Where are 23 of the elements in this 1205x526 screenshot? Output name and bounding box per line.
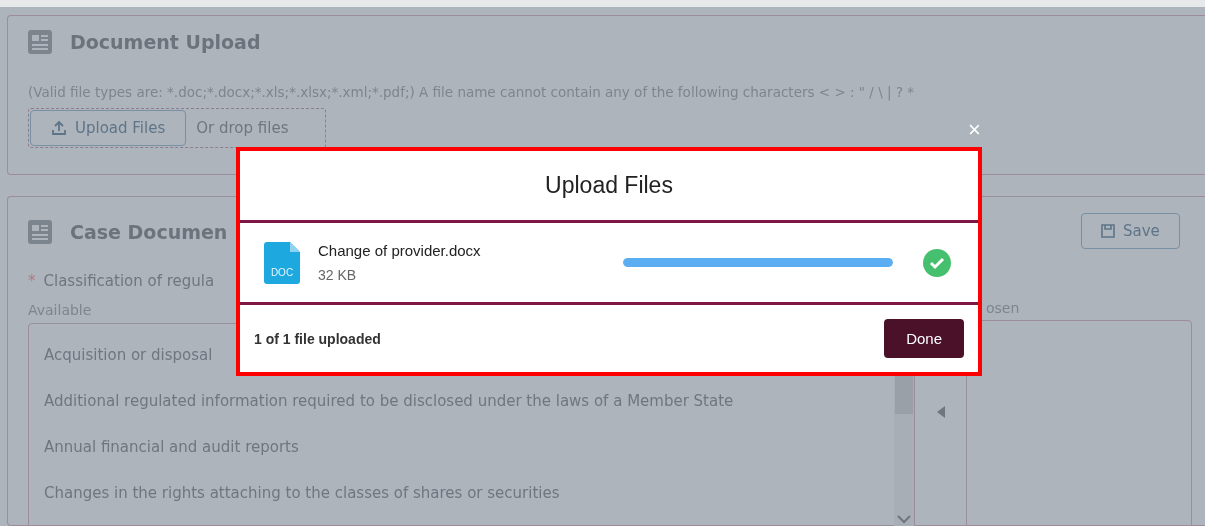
upload-icon (51, 120, 67, 136)
document-icon (28, 220, 52, 244)
required-mark: * (28, 272, 36, 290)
file-size: 32 KB (318, 267, 358, 283)
drop-files-text: Or drop files (196, 119, 289, 137)
section-title: Case Documen (70, 221, 228, 243)
file-name: Change of provider.docx (318, 242, 482, 259)
dialog-title: Upload Files (545, 172, 673, 199)
save-icon (1101, 224, 1115, 238)
chevron-down-icon[interactable] (897, 514, 911, 524)
save-button[interactable]: Save (1081, 213, 1180, 249)
upload-files-button[interactable]: Upload Files (30, 110, 187, 146)
upload-status: 1 of 1 file uploaded (254, 330, 381, 347)
field-label: Classification of regula (43, 272, 215, 290)
section-title: Document Upload (70, 31, 261, 53)
move-left-icon[interactable] (936, 406, 945, 418)
document-icon (28, 30, 52, 54)
close-button[interactable]: × (964, 117, 985, 143)
done-button[interactable]: Done (884, 319, 964, 358)
list-option[interactable]: Annual financial and audit reports (44, 438, 894, 456)
doc-file-icon: DOC (264, 241, 300, 284)
list-option[interactable]: Changes in the rights attaching to the classes of shares or securities (44, 484, 894, 502)
list-option[interactable]: Additional regulated information required to be disclosed under the laws of a Member State (44, 392, 894, 410)
